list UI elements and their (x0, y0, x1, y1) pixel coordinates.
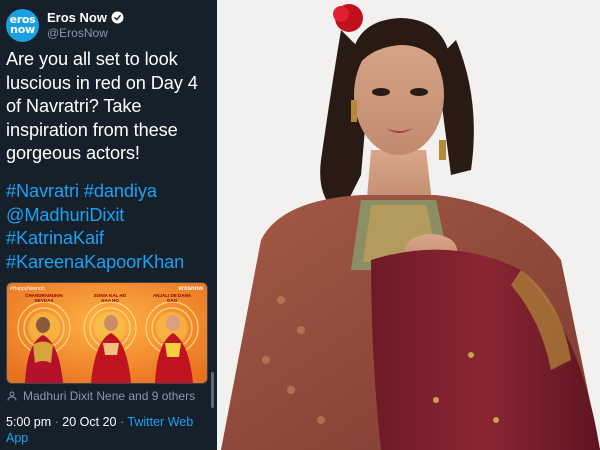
tweet-media[interactable]: #HappyNavratri erosnow CHANDRAMUKHI DEVD… (6, 282, 208, 384)
tweet-date[interactable]: 20 Oct 20 (62, 415, 116, 429)
likes-row[interactable]: Madhuri Dixit Nene and 9 others (6, 389, 195, 403)
mention-link[interactable]: @MadhuriDixit (6, 204, 211, 228)
hashtag-link[interactable]: #KareenaKapoorKhan (6, 251, 211, 275)
avatar-text-2: now (10, 23, 35, 36)
tweet-time[interactable]: 5:00 pm (6, 415, 51, 429)
poster-label: CHANDRAMUKHI DEVDAS (25, 293, 63, 303)
poster-label: ANJALI DE DANA DAN (152, 293, 191, 303)
portrait-illustration (221, 0, 600, 450)
display-name[interactable]: Eros Now (47, 10, 107, 25)
handle[interactable]: @ErosNow (47, 26, 124, 40)
avatar[interactable]: eros now (6, 8, 39, 42)
author-info: Eros Now @ErosNow (47, 10, 124, 40)
likes-text: Madhuri Dixit Nene and 9 others (23, 389, 196, 403)
tweet-panel: eros now Eros Now @ErosNow Are you all s… (0, 0, 217, 450)
hashtag-link[interactable]: #KatrinaKaif (6, 227, 211, 251)
hashtag-link[interactable]: #Navratri #dandiya (6, 180, 211, 204)
verified-icon (111, 11, 124, 24)
poster-label: SONIA KAL HO NAA HO (93, 293, 127, 303)
tweet-meta: 5:00 pm · 20 Oct 20 · Twitter Web App (6, 414, 211, 446)
hashtag-list: #Navratri #dandiya @MadhuriDixit #Katrin… (6, 180, 211, 274)
tweet-text: Are you all set to look luscious in red … (6, 49, 198, 163)
portrait-photo (221, 0, 600, 450)
media-brand: erosnow (178, 286, 203, 292)
media-tag: #HappyNavratri (10, 286, 45, 292)
scrollbar[interactable] (211, 372, 214, 408)
person-icon (7, 391, 17, 401)
tweet-header: eros now Eros Now @ErosNow (6, 7, 124, 43)
